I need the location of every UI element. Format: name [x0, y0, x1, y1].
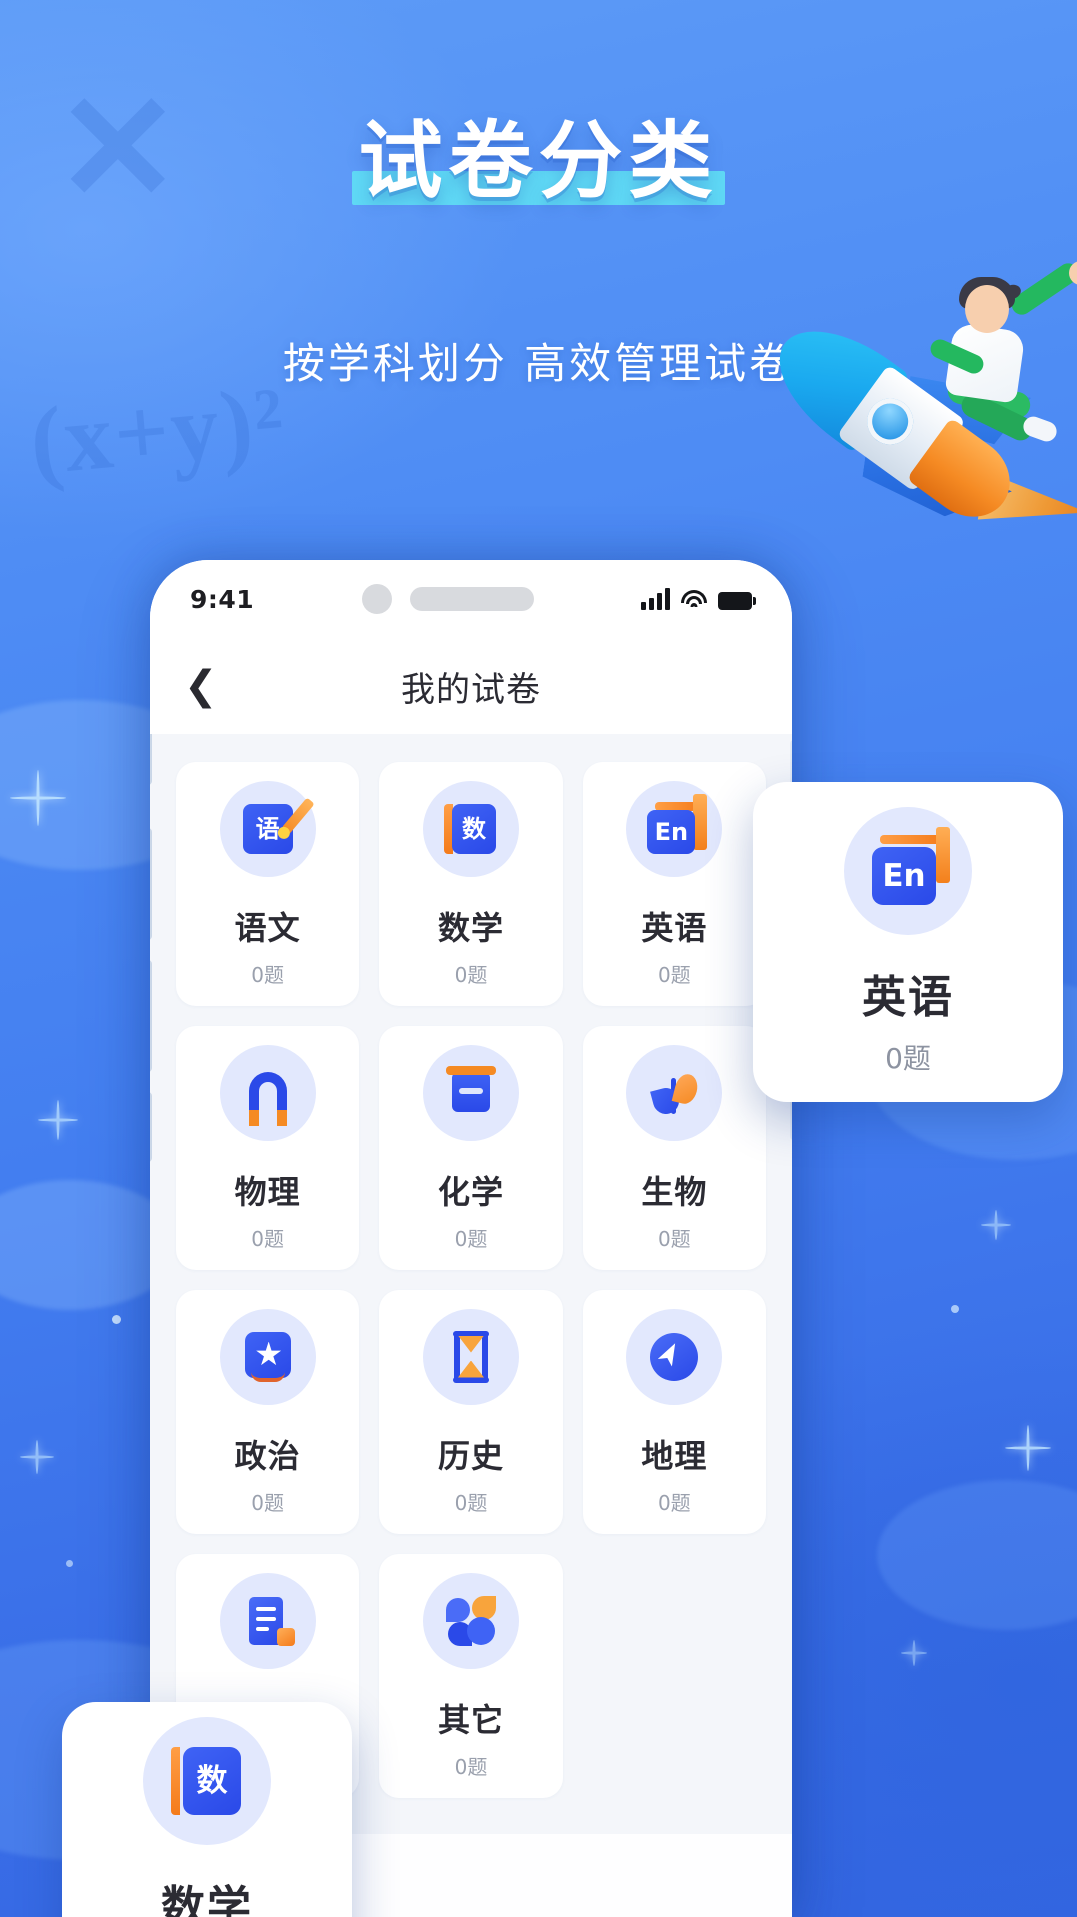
nav-bar: ❮ 我的试卷 — [150, 638, 792, 734]
subject-label: 其它 — [437, 1700, 504, 1739]
poster-stage: ✕ (x+y)² 试卷分类 按学科划分 高效管理试卷 9:41 ❮ 我的试卷 语… — [0, 0, 1077, 1917]
sparkle-icon — [38, 1100, 78, 1140]
headline: 试卷分类 — [342, 112, 734, 211]
subject-card-physics[interactable]: 物理 0题 — [176, 1026, 360, 1270]
page-content: 语 语文 0题 数 数学 0题 En 英语 0题 物理 0题 化学 0题 生物 … — [150, 734, 792, 1834]
subject-count: 0题 — [251, 1226, 285, 1251]
history-icon — [422, 1308, 519, 1405]
battery-icon — [718, 592, 756, 610]
subject-label: 物理 — [234, 1172, 301, 1211]
sparkle-icon — [901, 1640, 927, 1666]
decorative-dot — [66, 1560, 73, 1567]
decorative-dot — [112, 1315, 121, 1324]
boy-shoe — [1020, 413, 1060, 445]
subject-card-english[interactable]: En 英语 0题 — [582, 762, 766, 1006]
phone-notch — [361, 584, 534, 614]
status-bar-icons — [641, 588, 756, 610]
subject-card-other[interactable]: 其它 0题 — [379, 1554, 563, 1798]
headline-block: 试卷分类 — [0, 112, 1077, 211]
subject-card-biology[interactable]: 生物 0题 — [582, 1026, 766, 1270]
geography-icon — [626, 1308, 723, 1405]
subject-label: 地理 — [641, 1436, 708, 1475]
signal-bars-icon — [641, 588, 670, 610]
nav-title: 我的试卷 — [401, 669, 541, 710]
biology-icon — [626, 1044, 723, 1141]
status-bar: 9:41 — [150, 560, 792, 638]
front-camera-icon — [361, 584, 392, 614]
chemistry-icon — [422, 1044, 519, 1141]
chinese-icon: 语 — [219, 780, 316, 877]
math-icon: 数 — [422, 780, 519, 877]
subject-grid: 语 语文 0题 数 数学 0题 En 英语 0题 物理 0题 化学 0题 生物 … — [176, 762, 766, 1798]
sparkle-icon — [10, 770, 66, 826]
subject-label: 英语 — [641, 908, 708, 947]
phone-side-button[interactable] — [150, 1092, 152, 1162]
subject-card-chinese[interactable]: 语 语文 0题 — [176, 762, 360, 1006]
subject-count: 0题 — [657, 1490, 691, 1515]
speaker-slot — [409, 587, 534, 611]
subject-card-math[interactable]: 数 数学 0题 — [379, 762, 563, 1006]
subject-count: 0题 — [657, 1226, 691, 1251]
boy-head — [965, 285, 1009, 333]
phone-volume-down-button[interactable] — [150, 960, 152, 1072]
floating-card-english[interactable]: En 英语 0题 — [753, 782, 1063, 1102]
subject-count: 0题 — [454, 1226, 488, 1251]
sparkle-icon — [1005, 1425, 1051, 1471]
sparkle-icon — [981, 1210, 1011, 1240]
other-icon — [422, 1572, 519, 1669]
science-icon — [219, 1572, 316, 1669]
subject-label: 生物 — [641, 1172, 708, 1211]
politics-icon — [219, 1308, 316, 1405]
subject-card-history[interactable]: 历史 0题 — [379, 1290, 563, 1534]
subject-count: 0题 — [454, 1754, 488, 1779]
math-icon: 数 — [143, 1717, 271, 1845]
physics-icon — [219, 1044, 316, 1141]
sparkle-icon — [20, 1440, 54, 1474]
subject-label: 语文 — [234, 908, 301, 947]
subject-card-chemistry[interactable]: 化学 0题 — [379, 1026, 563, 1270]
page-title: 试卷分类 — [358, 112, 719, 210]
phone-volume-up-button[interactable] — [150, 828, 152, 940]
subject-count: 0题 — [454, 1490, 488, 1515]
subject-label: 数学 — [437, 908, 504, 947]
english-icon: En — [844, 807, 972, 935]
subject-card-geography[interactable]: 地理 0题 — [582, 1290, 766, 1534]
english-icon: En — [626, 780, 723, 877]
decorative-dot — [951, 1305, 959, 1313]
floating-card-math[interactable]: 数 数学 0题 — [62, 1702, 352, 1917]
subject-count: 0题 — [657, 962, 691, 987]
status-bar-time: 9:41 — [190, 584, 255, 614]
subject-label: 化学 — [437, 1172, 504, 1211]
decorative-cloud — [877, 1480, 1077, 1630]
floating-card-label: 数学 — [161, 1882, 253, 1917]
wifi-icon — [681, 590, 707, 610]
subject-card-politics[interactable]: 政治 0题 — [176, 1290, 360, 1534]
subject-label: 历史 — [437, 1436, 504, 1475]
subject-count: 0题 — [454, 962, 488, 987]
rocket-illustration — [667, 255, 1077, 585]
floating-card-count: 0题 — [885, 1042, 931, 1075]
subject-label: 政治 — [234, 1436, 301, 1475]
boy-character-illustration — [903, 259, 1077, 453]
subject-count: 0题 — [251, 1490, 285, 1515]
floating-card-label: 英语 — [862, 972, 954, 1023]
subject-count: 0题 — [251, 962, 285, 987]
